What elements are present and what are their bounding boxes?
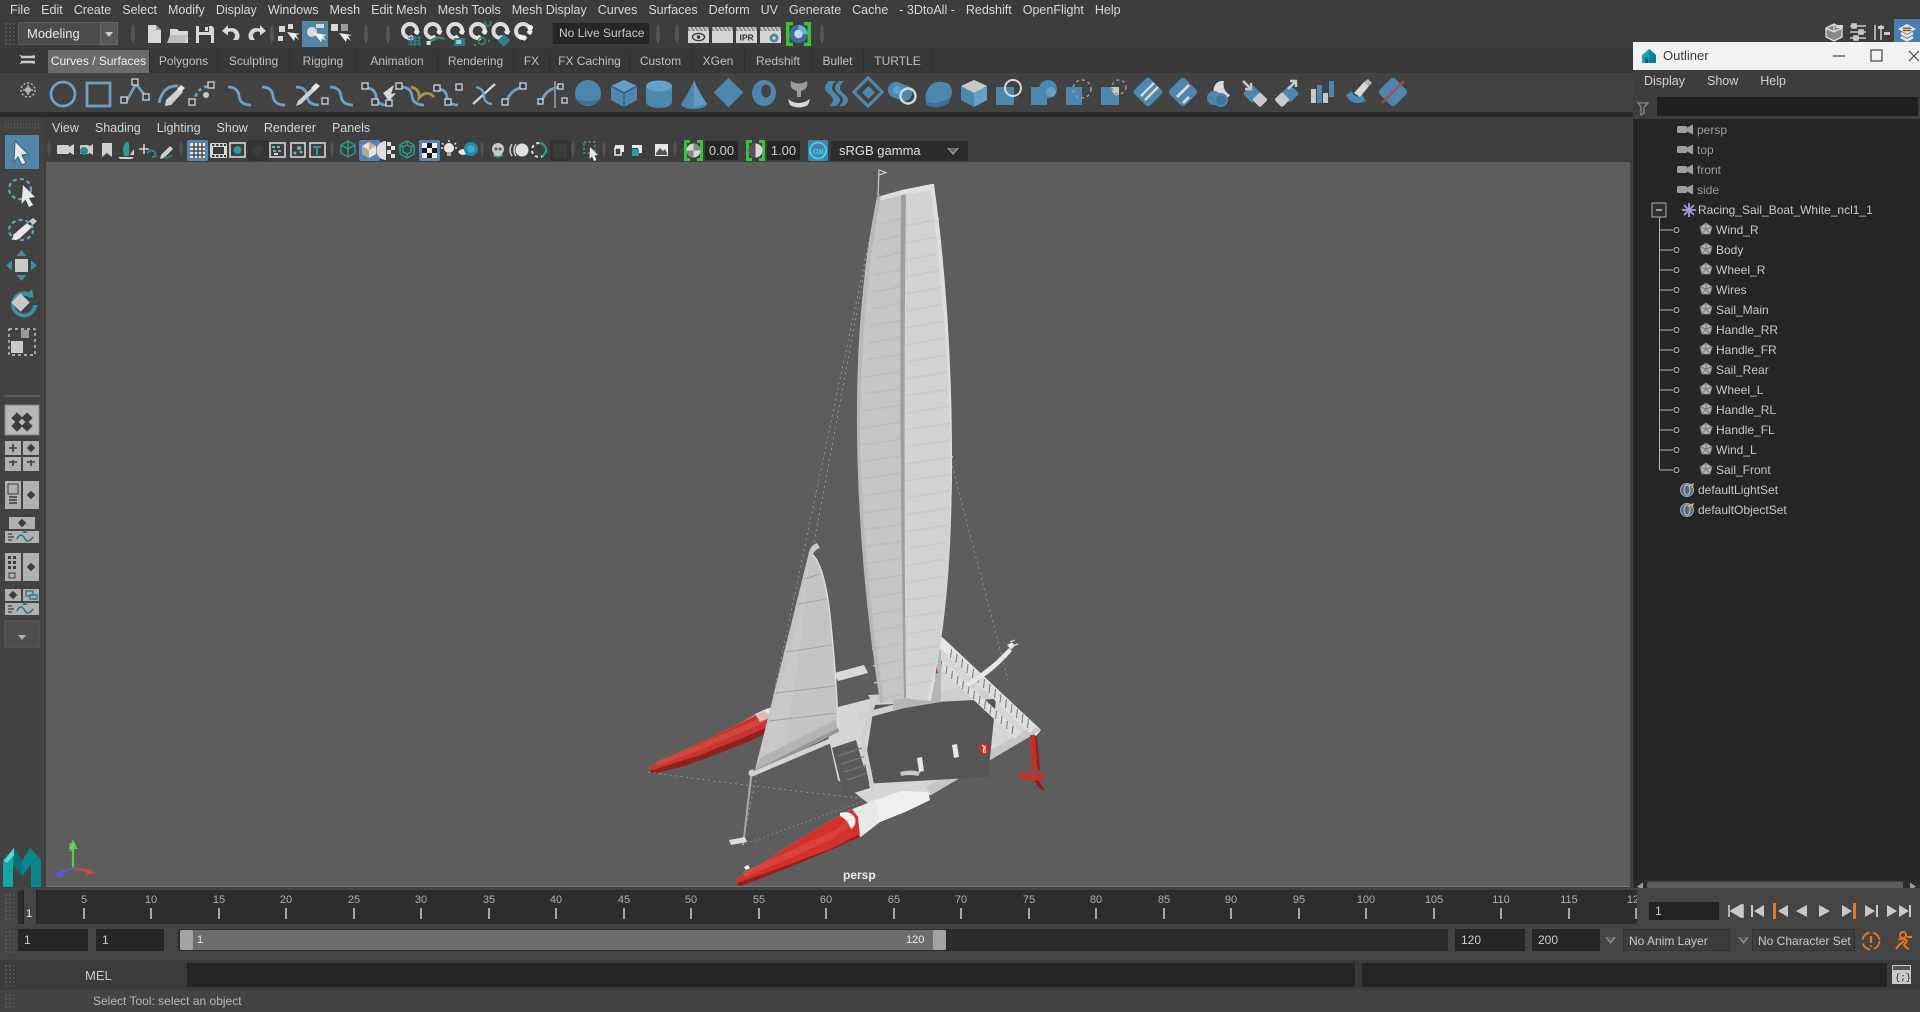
svg-text:110: 110 [1492,894,1510,906]
svg-text:100: 100 [1357,894,1375,906]
svg-text:y: y [69,841,74,852]
svg-text:95: 95 [1293,894,1305,906]
svg-text:20: 20 [280,894,292,906]
svg-text:{;}: {;} [1895,973,1911,983]
svg-text:45: 45 [618,894,630,906]
svg-text:65: 65 [888,894,900,906]
svg-text:5: 5 [81,894,87,906]
svg-text:35: 35 [483,894,495,906]
svg-text:120: 120 [1627,894,1637,906]
svg-text:90: 90 [1225,894,1237,906]
svg-text:55: 55 [753,894,765,906]
svg-text:10: 10 [145,894,157,906]
svg-text:75: 75 [1023,894,1035,906]
svg-text:80: 80 [1090,894,1102,906]
svg-text:persp: persp [843,868,876,882]
svg-text:15: 15 [213,894,225,906]
svg-text:85: 85 [1158,894,1170,906]
svg-text:ON: ON [813,149,824,156]
svg-text:115: 115 [1560,894,1578,906]
svg-text:60: 60 [820,894,832,906]
svg-text:105: 105 [1425,894,1443,906]
svg-text:30: 30 [415,894,427,906]
svg-text:70: 70 [955,894,967,906]
svg-text:40: 40 [550,894,562,906]
svg-text:50: 50 [685,894,697,906]
svg-text:IPR: IPR [740,33,754,43]
svg-text:25: 25 [348,894,360,906]
